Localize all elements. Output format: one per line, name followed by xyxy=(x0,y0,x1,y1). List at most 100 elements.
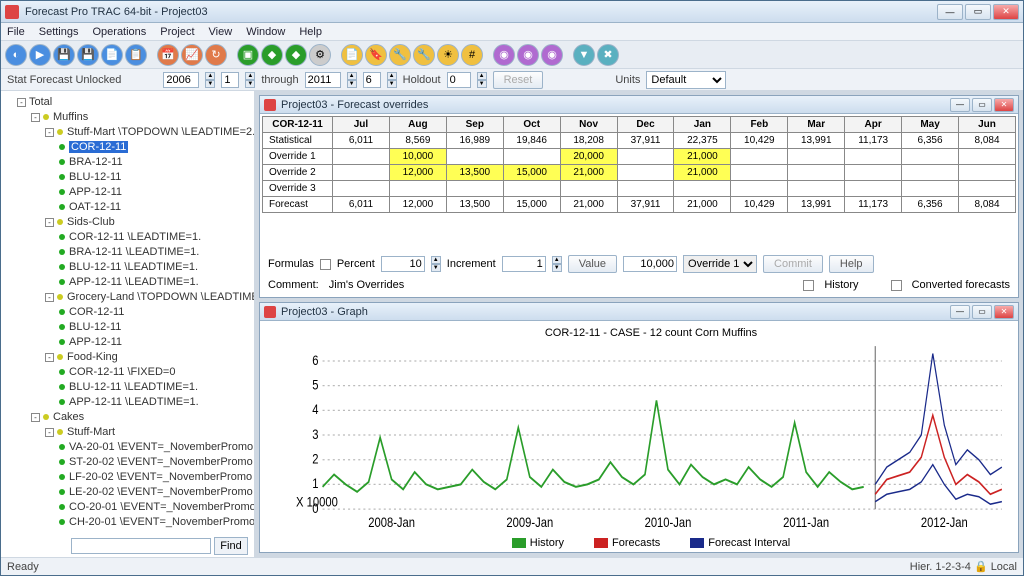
grid-cell[interactable]: 13,500 xyxy=(446,165,503,181)
year-from-input[interactable] xyxy=(163,72,199,88)
from-step[interactable] xyxy=(221,72,239,88)
grid-cell[interactable] xyxy=(503,149,560,165)
holdout-input[interactable] xyxy=(447,72,471,88)
grid-cell[interactable]: 6,356 xyxy=(902,197,959,213)
grid-cell[interactable]: 16,989 xyxy=(446,133,503,149)
graph-max-button[interactable]: ▭ xyxy=(972,305,992,319)
commit-button[interactable]: Commit xyxy=(763,255,823,273)
grid-cell[interactable] xyxy=(845,149,902,165)
grid-cell[interactable] xyxy=(788,165,845,181)
grid-cell[interactable]: 22,375 xyxy=(674,133,731,149)
grid-cell[interactable] xyxy=(959,149,1016,165)
maximize-button[interactable]: ▭ xyxy=(965,4,991,20)
grid-cell[interactable]: 10,429 xyxy=(731,133,788,149)
grid-cell[interactable] xyxy=(333,181,390,197)
from-dn[interactable]: ▼ xyxy=(205,80,215,88)
year-to-input[interactable] xyxy=(305,72,341,88)
menu-view[interactable]: View xyxy=(209,26,233,38)
ovr-max-button[interactable]: ▭ xyxy=(972,98,992,112)
grid-cell[interactable] xyxy=(389,181,446,197)
history-check[interactable] xyxy=(803,280,814,291)
grid-cell[interactable]: 12,000 xyxy=(389,197,446,213)
tree-leaf[interactable]: BLU-12-11 xyxy=(59,170,252,185)
tree-leaf[interactable]: APP-12-11 xyxy=(59,335,252,350)
grid-cell[interactable]: 19,846 xyxy=(503,133,560,149)
grid-cell[interactable]: 13,991 xyxy=(788,133,845,149)
menu-help[interactable]: Help xyxy=(299,26,322,38)
tb-open-icon[interactable]: ▶ xyxy=(29,44,51,66)
grid-cell[interactable]: 10,429 xyxy=(731,197,788,213)
graph-close-button[interactable]: ✕ xyxy=(994,305,1014,319)
grid-cell[interactable]: 6,356 xyxy=(902,133,959,149)
grid-cell[interactable] xyxy=(902,181,959,197)
grid-cell[interactable]: 12,000 xyxy=(389,165,446,181)
percent-input[interactable] xyxy=(381,256,425,272)
tree-leaf[interactable]: OAT-12-11 xyxy=(59,200,252,215)
grid-cell[interactable] xyxy=(503,181,560,197)
tree-leaf[interactable]: LE-20-02 \EVENT=_NovemberPromo xyxy=(59,485,252,500)
tree-leaf[interactable]: APP-12-11 \LEADTIME=1. xyxy=(59,275,252,290)
tree-leaf[interactable]: BLU-12-11 xyxy=(59,320,252,335)
tb-copy-icon[interactable]: 📄 xyxy=(101,44,123,66)
graph-min-button[interactable]: — xyxy=(950,305,970,319)
menu-file[interactable]: File xyxy=(7,26,25,38)
grid-cell[interactable]: 15,000 xyxy=(503,197,560,213)
grid-cell[interactable] xyxy=(845,165,902,181)
close-button[interactable]: ✕ xyxy=(993,4,1019,20)
tb-y6-icon[interactable]: # xyxy=(461,44,483,66)
grid-cell[interactable] xyxy=(959,181,1016,197)
grid-cell[interactable]: 10,000 xyxy=(389,149,446,165)
grid-cell[interactable] xyxy=(902,165,959,181)
tb-p3-icon[interactable]: ◉ xyxy=(541,44,563,66)
converted-check[interactable] xyxy=(891,280,902,291)
grid-cell[interactable] xyxy=(845,181,902,197)
menu-settings[interactable]: Settings xyxy=(39,26,79,38)
help-button[interactable]: Help xyxy=(829,255,874,273)
grid-cell[interactable] xyxy=(617,165,674,181)
tb-save-icon[interactable]: 💾 xyxy=(53,44,75,66)
grid-cell[interactable]: 21,000 xyxy=(560,197,617,213)
tb-calendar-icon[interactable]: 📅 xyxy=(157,44,179,66)
grid-cell[interactable]: 6,011 xyxy=(333,133,390,149)
grid-cell[interactable] xyxy=(617,181,674,197)
grid-cell[interactable]: 8,084 xyxy=(959,197,1016,213)
grid-cell[interactable] xyxy=(902,149,959,165)
tree-leaf[interactable]: BRA-12-11 \LEADTIME=1. xyxy=(59,245,252,260)
tb-filter-icon[interactable]: ▼ xyxy=(573,44,595,66)
menu-project[interactable]: Project xyxy=(160,26,194,38)
tree-leaf[interactable]: CH-20-01 \EVENT=_NovemberPromo xyxy=(59,515,252,530)
grid-cell[interactable] xyxy=(333,165,390,181)
ovr-close-button[interactable]: ✕ xyxy=(994,98,1014,112)
tb-new-icon[interactable]: ◐ xyxy=(5,44,27,66)
value-button[interactable]: Value xyxy=(568,255,617,273)
tree-leaf[interactable]: APP-12-11 \LEADTIME=1. xyxy=(59,395,252,410)
tb-run3-icon[interactable]: ◆ xyxy=(285,44,307,66)
grid-cell[interactable]: 21,000 xyxy=(674,149,731,165)
tree-leaf[interactable]: ST-20-02 \EVENT=_NovemberPromo xyxy=(59,455,252,470)
grid-cell[interactable]: 8,569 xyxy=(389,133,446,149)
grid-cell[interactable] xyxy=(731,149,788,165)
override-select[interactable]: Override 1 xyxy=(683,255,757,273)
tree-leaf[interactable]: APP-12-11 xyxy=(59,185,252,200)
to-step[interactable] xyxy=(363,72,381,88)
grid-cell[interactable]: 11,173 xyxy=(845,197,902,213)
grid-cell[interactable]: 37,911 xyxy=(617,197,674,213)
tree-leaf[interactable]: COR-12-11 xyxy=(59,305,252,320)
tb-y2-icon[interactable]: 🔖 xyxy=(365,44,387,66)
tree-leaf[interactable]: LF-20-02 \EVENT=_NovemberPromo xyxy=(59,470,252,485)
tree-leaf[interactable]: COR-12-11 xyxy=(59,140,252,155)
value-input[interactable] xyxy=(623,256,677,272)
grid-cell[interactable]: 21,000 xyxy=(560,165,617,181)
tb-paste-icon[interactable]: 📋 xyxy=(125,44,147,66)
tb-y1-icon[interactable]: 📄 xyxy=(341,44,363,66)
tb-y4-icon[interactable]: 🔧 xyxy=(413,44,435,66)
grid-cell[interactable]: 15,000 xyxy=(503,165,560,181)
tb-saveall-icon[interactable]: 💾 xyxy=(77,44,99,66)
units-select[interactable]: Default xyxy=(646,71,726,89)
grid-cell[interactable] xyxy=(446,181,503,197)
tb-recalc-icon[interactable]: ↻ xyxy=(205,44,227,66)
grid-cell[interactable] xyxy=(617,149,674,165)
tree-leaf[interactable]: BLU-12-11 \LEADTIME=1. xyxy=(59,380,252,395)
tb-tools-icon[interactable]: ✖ xyxy=(597,44,619,66)
grid-cell[interactable] xyxy=(731,181,788,197)
